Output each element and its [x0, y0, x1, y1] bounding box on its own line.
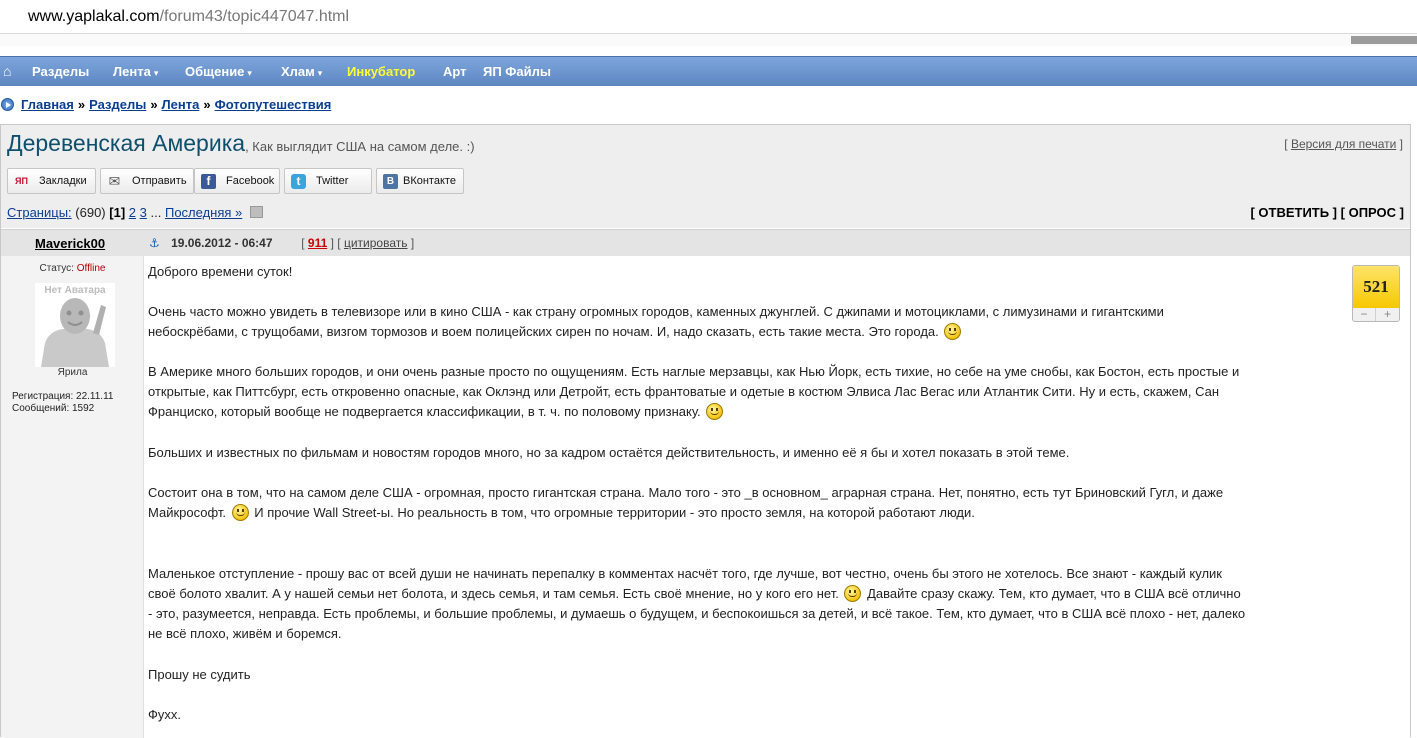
post-rating: 521 − + — [1352, 265, 1400, 322]
post-paragraph: - это, разумеется, неправда. Есть пробле… — [148, 606, 1246, 621]
breadcrumb-sections[interactable]: Разделы — [89, 97, 146, 112]
post-paragraph: Состоит она в том, что на самом деле США… — [148, 485, 1224, 500]
yap-logo-icon: ЯП — [15, 176, 28, 186]
poll-button[interactable]: [ ОПРОС ] — [1341, 205, 1404, 220]
twitter-button[interactable]: t Twitter — [284, 168, 372, 194]
current-page: [1] — [109, 205, 126, 220]
registration-date: Регистрация: 22.11.11 — [12, 391, 114, 402]
avatar: Нет Аватара — [35, 283, 115, 367]
status-badge: Offline — [76, 263, 106, 274]
address-bar[interactable]: www.yaplakal.com/forum43/topic447047.htm… — [0, 0, 1417, 34]
scrollbar-thumb[interactable] — [1351, 36, 1417, 44]
rating-controls: − + — [1353, 308, 1399, 321]
breadcrumb-feed[interactable]: Лента — [162, 97, 200, 112]
pagination: Страницы: (690) [1] 2 3 ... Последняя » … — [7, 205, 1404, 220]
post-paragraph: В Америке много больших городов, и они о… — [148, 364, 1240, 379]
page-link-3[interactable]: 3 — [140, 205, 147, 220]
rating-plus-button[interactable]: + — [1376, 308, 1399, 321]
post-paragraph: открытые, как Питтсбург, есть откровенно… — [148, 384, 1220, 399]
nav-item-feed[interactable]: Лента ▾ — [113, 64, 158, 79]
status-line: Статус: Offline — [39, 263, 106, 274]
envelope-icon: ✉ — [108, 173, 121, 189]
reply-button[interactable]: [ ОТВЕТИТЬ ] — [1250, 205, 1337, 220]
facebook-icon: f — [201, 174, 216, 189]
pages-label[interactable]: Страницы: — [7, 205, 72, 220]
send-button[interactable]: ✉ Отправить — [100, 168, 194, 194]
breadcrumb-home[interactable]: Главная — [21, 97, 74, 112]
post-paragraph: небоскрёбами, с трущобами, визгом тормоз… — [148, 322, 963, 342]
home-icon[interactable]: ⌂ — [3, 63, 11, 79]
last-page-link[interactable]: Последняя » — [165, 205, 242, 220]
rating-minus-button[interactable]: − — [1353, 308, 1376, 321]
horizontal-scrollbar[interactable] — [0, 34, 1417, 46]
post-paragraph: Очень часто можно увидеть в телевизоре и… — [148, 304, 1164, 319]
breadcrumb-photo-travel[interactable]: Фотопутешествия — [215, 97, 332, 112]
anchor-icon[interactable]: ⚓ — [149, 236, 160, 250]
nav-item-talk[interactable]: Общение ▾ — [185, 64, 252, 79]
user-stats: Регистрация: 22.11.11 Сообщений: 1592 — [12, 391, 113, 415]
author-name[interactable]: Maverick00 — [35, 236, 105, 251]
post-number[interactable]: 911 — [308, 236, 327, 250]
nav-item-junk[interactable]: Хлам ▾ — [281, 64, 322, 79]
post-header: Maverick00 ⚓ 19.06.2012 - 06:47 [ 911 ] … — [1, 229, 1410, 256]
rating-value: 521 — [1353, 266, 1399, 308]
smiley-icon — [706, 403, 724, 420]
reply-poll-actions: [ ОТВЕТИТЬ ] [ ОПРОС ] — [1250, 205, 1404, 220]
message-count: Сообщений: 1592 — [12, 403, 95, 414]
post-body: Доброго времени суток! Очень часто можно… — [148, 256, 1400, 738]
chevron-down-icon: ▾ — [317, 68, 323, 78]
play-arrow-icon — [1, 98, 14, 111]
nav-item-files[interactable]: ЯП Файлы — [483, 64, 551, 79]
print-version: [ Версия для печати ] — [1284, 137, 1403, 151]
smiley-icon — [844, 585, 862, 602]
nav-item-incubator[interactable]: Инкубатор — [347, 64, 415, 79]
page-title: Деревенская Америка, Как выглядит США на… — [7, 130, 475, 156]
top-nav: ⌂ Разделы Лента ▾ Общение ▾ Хлам ▾ Инкубато… — [0, 56, 1417, 86]
url-text[interactable]: www.yaplakal.com/forum43/topic447047.htm… — [28, 8, 349, 26]
post-paragraph: Франциско, который вообще не подвергаетс… — [148, 402, 725, 422]
topic-subtitle: , Как выглядит США на самом деле. :) — [245, 139, 475, 154]
post-paragraph: Майкрософт. И прочие Wall Street-ы. Но р… — [148, 504, 975, 521]
smiley-icon — [231, 504, 249, 521]
smiley-icon — [944, 323, 962, 340]
page-link-2[interactable]: 2 — [129, 205, 136, 220]
vkontakte-icon: В — [383, 174, 398, 189]
chevron-down-icon: ▾ — [247, 68, 252, 78]
quote-link[interactable]: цитировать — [344, 236, 408, 250]
post-date: 19.06.2012 - 06:47 — [171, 236, 273, 250]
post-paragraph: Маленькое отступление - прошу вас от все… — [148, 566, 1222, 581]
author-sidebar: Статус: Offline Нет Аватара Ярила Регист… — [1, 256, 144, 738]
post-paragraph: Больших и известных по фильмам и новостя… — [148, 445, 1070, 460]
post-meta: ⚓ 19.06.2012 - 06:47 [ 911 ] [ цитироват… — [149, 236, 415, 250]
facebook-button[interactable]: f Facebook — [194, 168, 280, 194]
nav-item-sections[interactable]: Разделы — [32, 64, 89, 79]
post-paragraph: своё болото хвалит. А у нашей семьи нет … — [148, 585, 1241, 602]
dropdown-icon[interactable] — [249, 206, 263, 218]
nav-item-art[interactable]: Арт — [443, 64, 467, 79]
vkontakte-button[interactable]: В ВКонтакте — [376, 168, 464, 194]
twitter-icon: t — [291, 174, 306, 189]
chevron-down-icon: ▾ — [153, 68, 159, 78]
post-paragraph: Фухх. — [148, 707, 181, 722]
post-paragraph: не всё плохо, живём и боремся. — [148, 626, 342, 641]
print-version-link[interactable]: Версия для печати — [1291, 137, 1396, 151]
post-paragraph: Доброго времени суток! — [148, 264, 293, 279]
topic-panel: Деревенская Америка, Как выглядит США на… — [0, 124, 1411, 738]
post-paragraph: Прошу не судить — [148, 667, 251, 682]
user-rank: Ярила — [57, 367, 88, 378]
bookmarks-button[interactable]: ЯП Закладки — [7, 168, 96, 194]
topic-header: Деревенская Америка, Как выглядит США на… — [1, 125, 1410, 228]
